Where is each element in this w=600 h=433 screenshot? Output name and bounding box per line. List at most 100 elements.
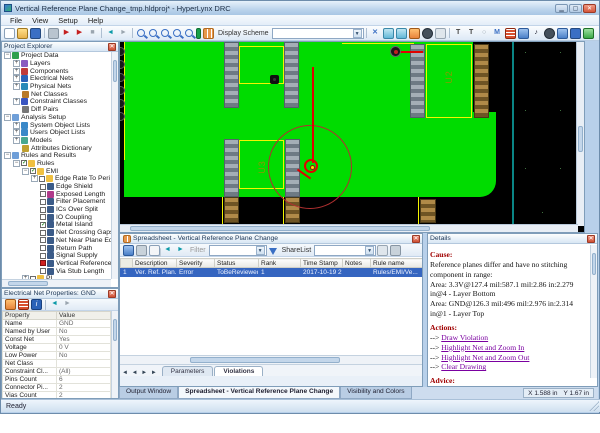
tree-item-net-crossing-gaps[interactable]: Net Crossing Gaps [2,229,111,237]
prop-row[interactable]: Connector Pi...2 [3,384,111,392]
prop-row[interactable]: Low PowerNo [3,352,111,360]
tree-item-filter-placement[interactable]: Filter Placement [2,198,111,206]
violations-col-header[interactable]: Severity [177,259,215,268]
tree-item-vertical-reference[interactable]: Vertical Reference [2,260,111,268]
menu-help[interactable]: Help [83,16,108,25]
tree-checkbox[interactable]: ✓ [30,168,36,174]
save-icon[interactable] [30,28,41,39]
menu-file[interactable]: File [5,16,27,25]
violations-col-header[interactable]: Rank [259,259,301,268]
prop-row[interactable]: Voltage0 V [3,344,111,352]
tree-checkbox[interactable] [40,253,46,259]
tree-checkbox[interactable] [40,214,46,220]
clear-icon[interactable]: ✕ [370,28,381,39]
keyboard-icon[interactable] [435,28,446,39]
violations-col-header[interactable]: Description [133,259,177,268]
tree-checkbox[interactable] [40,237,46,243]
menu-setup[interactable]: Setup [53,16,83,25]
violation-row[interactable]: 1Ver. Ref. Plan...ErrorToBeReviewed12017… [121,268,423,277]
np-grid-icon[interactable] [5,299,16,310]
prop-row[interactable]: NameGND [3,320,111,328]
np-info-icon[interactable]: i [31,299,42,310]
tree-item-emi[interactable]: −✓EMI [2,167,111,175]
doc-tab-visibility-and-colors[interactable]: Visibility and Colors [340,387,411,399]
ss-table-icon[interactable] [123,245,134,256]
tree-item-diff-pairs[interactable]: Diff Pairs [2,106,111,114]
violations-col-header[interactable]: Rule name [371,259,423,268]
project-tree-vscrollbar[interactable] [111,52,118,279]
tree-item-via-stub-length[interactable]: Via Stub Length [2,267,111,275]
layer-icon[interactable] [518,28,529,39]
object-icon[interactable] [544,28,555,39]
ss-filter-combo[interactable]: ▼ [209,245,267,256]
ss-prev-icon[interactable]: ◄ [162,245,173,256]
details-close-icon[interactable]: ✕ [587,235,595,243]
sheet-tab-violations[interactable]: Violations [214,366,263,376]
prop-row[interactable]: Const NetYes [3,336,111,344]
tree-item-rules-and-results[interactable]: −Rules and Results [2,152,111,160]
doc-tab-spreadsheet-vertical-reference-plane-change[interactable]: Spreadsheet - Vertical Reference Plane C… [178,387,340,399]
tree-checkbox[interactable] [40,207,46,213]
tree-expander-icon[interactable]: + [13,137,20,144]
text-tool2-icon[interactable]: T [466,28,477,39]
measure-icon[interactable]: M [492,28,503,39]
np-back-arrow-icon[interactable]: ◄ [49,299,60,310]
doc-tab-output-window[interactable]: Output Window [119,387,178,399]
violations-col-header[interactable]: Time Stamp [301,259,343,268]
viewer-hscrollbar[interactable] [120,224,578,232]
grid-toggle-icon[interactable] [203,28,214,39]
report2-icon[interactable] [396,28,407,39]
violations-col-header[interactable]: Notes [343,259,371,268]
tree-expander-icon[interactable]: − [22,168,29,175]
prop-row[interactable]: Named by UserNo [3,328,111,336]
tree-expander-icon[interactable]: − [4,114,11,121]
tree-checkbox[interactable] [40,260,46,266]
tree-item-attributes-dictionary[interactable]: Attributes Dictionary [2,144,111,152]
ss-print-icon[interactable] [136,245,147,256]
tree-expander-icon[interactable]: − [4,52,11,59]
circle-tool-icon[interactable]: ○ [479,28,490,39]
tree-item-analysis-setup[interactable]: −Analysis Setup [2,114,111,122]
batch-run-icon[interactable] [48,28,59,39]
stop-icon[interactable]: ■ [87,28,98,39]
prop-row[interactable]: Vias Count2 [3,392,111,399]
ss-export-icon[interactable] [390,245,401,256]
note-icon[interactable]: ♪ [531,28,542,39]
prop-row[interactable]: Pins Count6 [3,376,111,384]
zoom-selection-icon[interactable] [185,29,193,37]
tree-item-metal-island[interactable]: ✓Metal Island [2,221,111,229]
tree-checkbox[interactable] [40,245,46,251]
open-file-icon[interactable] [17,28,28,39]
menu-view[interactable]: View [27,16,53,25]
net-properties-vscrollbar[interactable] [111,311,118,398]
board-view-icon[interactable] [196,28,201,39]
pcb-canvas[interactable]: U3 U2 [120,42,571,226]
ss-find-icon[interactable] [377,245,388,256]
action-link-highlight-net-and-zoom-out[interactable]: Highlight Net and Zoom Out [441,353,529,362]
tree-expander-icon[interactable]: + [13,75,20,82]
forward-arrow-icon[interactable]: ► [118,28,129,39]
tree-expander-icon[interactable]: + [31,175,38,182]
tree-item-electrical-nets[interactable]: +Electrical Nets [2,75,111,83]
run-selected-icon[interactable]: ▶ [74,28,85,39]
probe-icon[interactable] [422,28,433,39]
tree-expander-icon[interactable]: + [13,98,20,105]
tree-item-models[interactable]: +Models [2,137,111,145]
project-tree-hscrollbar[interactable] [2,279,111,287]
tree-expander-icon[interactable]: − [4,152,11,159]
zoom-fit-icon[interactable] [173,29,181,37]
tree-item-constraint-classes[interactable]: +Constraint Classes [2,98,111,106]
minimize-button[interactable]: ▁ [555,4,568,13]
details-vscrollbar[interactable] [590,245,597,378]
spreadsheet-close-icon[interactable]: ✕ [412,235,420,243]
tree-expander-icon[interactable]: + [13,60,20,67]
tree-item-rules[interactable]: −✓Rules [2,160,111,168]
prop-row[interactable]: Net Class [3,360,111,368]
tree-item-users-object-lists[interactable]: +Users Object Lists [2,129,111,137]
tree-item-signal-supply[interactable]: Signal Supply [2,252,111,260]
ss-copy-icon[interactable] [149,245,160,256]
tree-item-components[interactable]: +Components [2,67,111,75]
tree-item-edge-rate-to-peri[interactable]: +Edge Rate To Peri [2,175,111,183]
tree-item-return-path[interactable]: Return Path [2,244,111,252]
maximize-button[interactable]: ▢ [569,4,582,13]
